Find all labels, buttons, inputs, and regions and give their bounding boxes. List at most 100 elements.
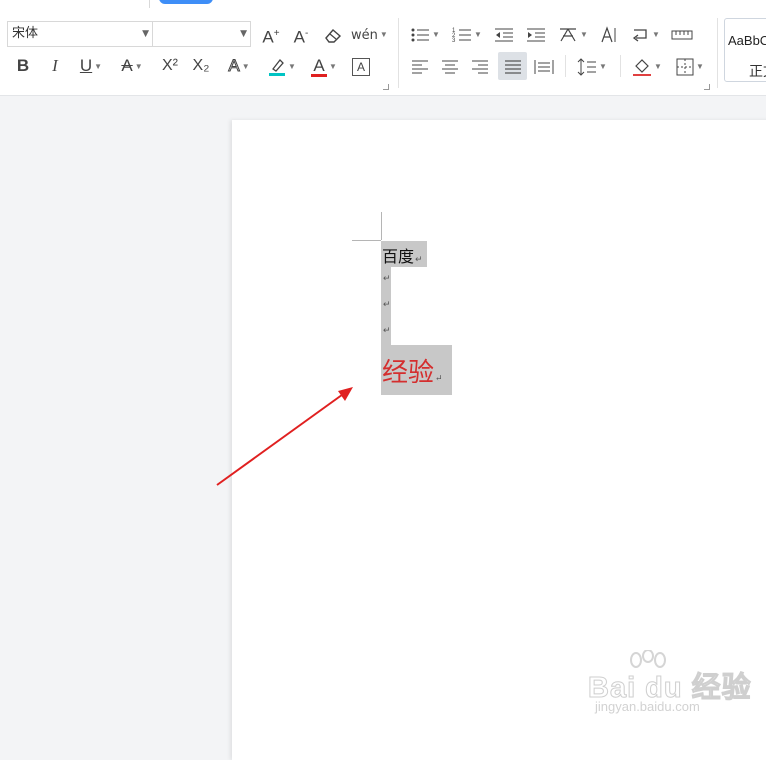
- dropdown-arrow-icon: ▼: [599, 61, 607, 71]
- bullets-button[interactable]: ▼: [407, 22, 443, 46]
- dropdown-arrow-icon: ▼: [432, 29, 440, 39]
- shrink-font-icon: A: [293, 27, 305, 47]
- grow-font-button[interactable]: A+: [259, 22, 283, 47]
- doc-paragraph-1[interactable]: 百度↵: [382, 243, 423, 267]
- strikethrough-button[interactable]: A ▼: [114, 54, 150, 78]
- bold-button[interactable]: B: [12, 54, 34, 78]
- paragraph-text: 经验: [382, 358, 435, 388]
- watermark-url: jingyan.baidu.com: [595, 699, 700, 714]
- numbered-list-icon: 123: [452, 28, 472, 43]
- font-name-select[interactable]: 宋体 ▼: [7, 21, 153, 47]
- subscript-button[interactable]: X₂: [188, 54, 214, 78]
- chinese-layout-icon: [560, 27, 577, 41]
- font-color-icon: A: [313, 56, 325, 75]
- dropdown-arrow-icon: ▼: [652, 29, 660, 39]
- dropdown-arrow-icon: ▼: [94, 61, 103, 71]
- borders-icon: [676, 58, 694, 76]
- clear-format-button[interactable]: [321, 22, 345, 46]
- text-direction-button[interactable]: [597, 22, 621, 46]
- italic-icon: I: [52, 56, 58, 75]
- text-effect-icon: A: [228, 56, 240, 76]
- ribbon-toolbar: 宋体 ▼ ▼ A+ A- wén ▼ B I U ▼ A ▼ X² X₂ A ▼ ▼ A…: [0, 0, 766, 96]
- ruler-icon: [671, 30, 693, 40]
- outdent-icon: [495, 28, 513, 42]
- dropdown-arrow-icon: ▼: [379, 29, 388, 39]
- shading-button[interactable]: ▼: [628, 54, 666, 78]
- svg-text:3: 3: [452, 38, 456, 43]
- chinese-layout-button[interactable]: ▼: [555, 22, 591, 46]
- table-tools-button[interactable]: [670, 22, 694, 46]
- line-spacing-icon: [577, 57, 597, 76]
- align-center-button[interactable]: [438, 54, 462, 78]
- distribute-icon: [534, 59, 554, 74]
- bullet-list-icon: [411, 28, 430, 42]
- superscript-icon: X²: [162, 57, 178, 74]
- line-break-icon: [632, 28, 647, 42]
- style-name-label: 正文: [749, 64, 766, 80]
- crop-mark-vertical: [381, 212, 382, 240]
- numbering-button[interactable]: 123 ▼: [449, 22, 485, 46]
- line-spacing-button[interactable]: ▼: [573, 54, 611, 78]
- divider: [565, 55, 566, 77]
- align-right-button[interactable]: [468, 54, 492, 78]
- eraser-icon: [325, 28, 342, 43]
- highlighter-icon: [269, 58, 286, 76]
- active-tab-indicator[interactable]: [159, 0, 213, 4]
- grow-font-icon: A: [262, 27, 274, 47]
- strikethrough-icon: A: [121, 56, 133, 75]
- distributed-align-button[interactable]: [532, 54, 556, 78]
- italic-button[interactable]: I: [44, 54, 66, 78]
- divider: [620, 55, 621, 77]
- dropdown-arrow-icon: ▼: [696, 61, 704, 71]
- paragraph-mark: ↵: [415, 255, 423, 265]
- align-left-button[interactable]: [408, 54, 432, 78]
- chevron-down-icon: ▼: [142, 29, 149, 39]
- align-right-icon: [472, 60, 488, 74]
- divider: [717, 18, 718, 88]
- chevron-down-icon: ▼: [240, 29, 247, 39]
- align-justify-icon: [504, 60, 521, 74]
- paragraph-text: 百度: [382, 247, 415, 266]
- dropdown-arrow-icon: ▼: [329, 61, 337, 71]
- bold-icon: B: [16, 56, 30, 75]
- line-break-button[interactable]: ▼: [628, 22, 664, 46]
- shrink-font-mark: -: [305, 28, 309, 39]
- superscript-button[interactable]: X²: [157, 54, 183, 78]
- style-sample-text: AaBbC: [728, 33, 766, 48]
- align-left-icon: [412, 60, 428, 74]
- dropdown-arrow-icon: ▼: [134, 61, 143, 71]
- justify-button[interactable]: [498, 52, 527, 80]
- paragraph-dialog-launcher[interactable]: [704, 84, 710, 90]
- text-direction-icon: [601, 25, 616, 42]
- underline-icon: U: [79, 56, 93, 75]
- font-color-button[interactable]: A ▼: [306, 54, 342, 78]
- shrink-font-button[interactable]: A-: [289, 22, 313, 47]
- pinyin-guide-button[interactable]: wén ▼: [351, 22, 388, 46]
- decrease-indent-button[interactable]: [492, 22, 516, 46]
- crop-mark-horizontal: [352, 240, 381, 241]
- empty-paragraph-mark: ↵: [383, 299, 391, 309]
- font-size-select[interactable]: ▼: [152, 21, 251, 47]
- font-color-bar: [311, 74, 328, 77]
- increase-indent-button[interactable]: [524, 22, 548, 46]
- borders-button[interactable]: ▼: [671, 54, 709, 78]
- style-normal-tile[interactable]: AaBbC 正文: [724, 18, 766, 82]
- text-effect-button[interactable]: A ▼: [221, 54, 257, 78]
- font-name-value: 宋体: [12, 26, 39, 41]
- indent-icon: [527, 28, 545, 42]
- paragraph-mark: ↵: [435, 374, 443, 384]
- align-center-icon: [442, 60, 458, 74]
- underline-button[interactable]: U ▼: [73, 54, 109, 78]
- doc-paragraph-2[interactable]: 经验↵: [382, 352, 443, 389]
- empty-paragraph-mark: ↵: [383, 273, 391, 283]
- grow-font-mark: +: [273, 28, 280, 39]
- tab-separator: [149, 0, 150, 8]
- subscript-icon: X₂: [192, 57, 210, 74]
- dropdown-arrow-icon: ▼: [288, 61, 296, 71]
- pinyin-icon: wén: [351, 28, 378, 43]
- font-dialog-launcher[interactable]: [383, 84, 389, 90]
- dropdown-arrow-icon: ▼: [241, 61, 250, 71]
- highlight-button[interactable]: ▼: [264, 54, 300, 78]
- dropdown-arrow-icon: ▼: [580, 29, 588, 39]
- character-border-button[interactable]: A: [349, 54, 373, 78]
